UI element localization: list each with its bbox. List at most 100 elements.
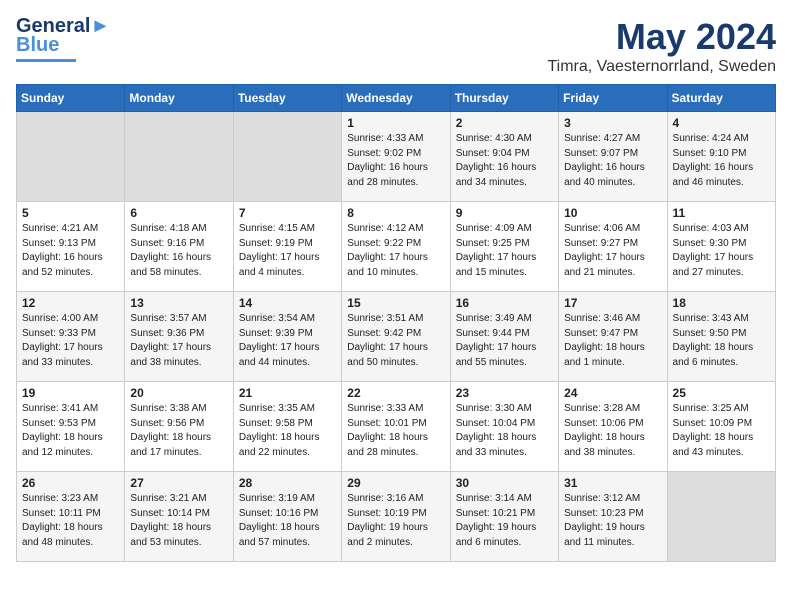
- day-number: 16: [456, 296, 553, 310]
- logo: General► Blue: [16, 16, 110, 62]
- calendar-cell: 21Sunrise: 3:35 AM Sunset: 9:58 PM Dayli…: [233, 382, 341, 472]
- col-header-monday: Monday: [125, 85, 233, 112]
- day-number: 24: [564, 386, 661, 400]
- day-number: 10: [564, 206, 661, 220]
- calendar-cell: 23 Sunrise: 3:30 AM Sunset: 10:04 PM Dayl…: [450, 382, 558, 472]
- day-number: 15: [347, 296, 444, 310]
- calendar-cell: 2 Sunrise: 4:30 AM Sunset: 9:04 PM Daylig…: [450, 112, 558, 202]
- day-info: Sunrise: 3:25 AM Sunset: 10:09 PM Daylig…: [673, 402, 770, 460]
- day-number: 18: [673, 296, 770, 310]
- calendar-header-row: SundayMondayTuesdayWednesdayThursdayFrid…: [17, 85, 776, 112]
- day-info: Sunrise: 3:38 AM Sunset: 9:56 PM Dayligh…: [130, 402, 227, 460]
- day-info: Sunrise: 3:19 AM Sunset: 10:16 PM Daylig…: [239, 492, 336, 550]
- day-number: 8: [347, 206, 444, 220]
- location-title: Timra, Vaesternorrland, Sweden: [547, 58, 776, 76]
- page-header: General► Blue May 2024 Timra, Vaesternor…: [16, 16, 776, 76]
- day-info: Sunrise: 4:03 AM Sunset: 9:30 PM Dayligh…: [673, 222, 770, 280]
- day-number: 5: [22, 206, 119, 220]
- day-info: Sunrise: 3:46 AM Sunset: 9:47 PM Dayligh…: [564, 312, 661, 370]
- day-info: Sunrise: 4:30 AM Sunset: 9:04 PM Dayligh…: [456, 132, 553, 190]
- calendar-cell: 7Sunrise: 4:15 AM Sunset: 9:19 PM Daylig…: [233, 202, 341, 292]
- calendar-cell: 8 Sunrise: 4:12 AM Sunset: 9:22 PM Daylig…: [342, 202, 450, 292]
- day-info: Sunrise: 4:06 AM Sunset: 9:27 PM Dayligh…: [564, 222, 661, 280]
- day-info: Sunrise: 4:12 AM Sunset: 9:22 PM Dayligh…: [347, 222, 444, 280]
- title-block: May 2024 Timra, Vaesternorrland, Sweden: [547, 16, 776, 76]
- day-info: Sunrise: 4:00 AM Sunset: 9:33 PM Dayligh…: [22, 312, 119, 370]
- calendar-cell: 26Sunrise: 3:23 AM Sunset: 10:11 PM Dayl…: [17, 472, 125, 562]
- calendar-cell: 15 Sunrise: 3:51 AM Sunset: 9:42 PM Dayli…: [342, 292, 450, 382]
- calendar-cell: 27 Sunrise: 3:21 AM Sunset: 10:14 PM Dayl…: [125, 472, 233, 562]
- calendar-cell: 18 Sunrise: 3:43 AM Sunset: 9:50 PM Dayli…: [667, 292, 775, 382]
- calendar-cell: 4 Sunrise: 4:24 AM Sunset: 9:10 PM Daylig…: [667, 112, 775, 202]
- calendar-cell: 13Sunrise: 3:57 AM Sunset: 9:36 PM Dayli…: [125, 292, 233, 382]
- day-number: 22: [347, 386, 444, 400]
- day-info: Sunrise: 3:51 AM Sunset: 9:42 PM Dayligh…: [347, 312, 444, 370]
- calendar-cell: 30Sunrise: 3:14 AM Sunset: 10:21 PM Dayl…: [450, 472, 558, 562]
- calendar-cell: [17, 112, 125, 202]
- day-number: 21: [239, 386, 336, 400]
- calendar-cell: 24 Sunrise: 3:28 AM Sunset: 10:06 PM Dayl…: [559, 382, 667, 472]
- day-number: 29: [347, 476, 444, 490]
- col-header-wednesday: Wednesday: [342, 85, 450, 112]
- calendar-cell: [125, 112, 233, 202]
- col-header-thursday: Thursday: [450, 85, 558, 112]
- calendar-cell: 10 Sunrise: 4:06 AM Sunset: 9:27 PM Dayli…: [559, 202, 667, 292]
- day-info: Sunrise: 3:28 AM Sunset: 10:06 PM Daylig…: [564, 402, 661, 460]
- col-header-tuesday: Tuesday: [233, 85, 341, 112]
- logo-text: General►: [16, 16, 110, 36]
- calendar-cell: 9Sunrise: 4:09 AM Sunset: 9:25 PM Daylig…: [450, 202, 558, 292]
- col-header-saturday: Saturday: [667, 85, 775, 112]
- col-header-sunday: Sunday: [17, 85, 125, 112]
- calendar-cell: [667, 472, 775, 562]
- week-row-4: 19 Sunrise: 3:41 AM Sunset: 9:53 PM Dayli…: [17, 382, 776, 472]
- day-number: 28: [239, 476, 336, 490]
- calendar-cell: 3 Sunrise: 4:27 AM Sunset: 9:07 PM Daylig…: [559, 112, 667, 202]
- day-info: Sunrise: 3:16 AM Sunset: 10:19 PM Daylig…: [347, 492, 444, 550]
- day-info: Sunrise: 3:30 AM Sunset: 10:04 PM Daylig…: [456, 402, 553, 460]
- day-number: 23: [456, 386, 553, 400]
- day-info: Sunrise: 3:33 AM Sunset: 10:01 PM Daylig…: [347, 402, 444, 460]
- day-number: 20: [130, 386, 227, 400]
- day-number: 6: [130, 206, 227, 220]
- calendar-table: SundayMondayTuesdayWednesdayThursdayFrid…: [16, 84, 776, 562]
- week-row-3: 12Sunrise: 4:00 AM Sunset: 9:33 PM Dayli…: [17, 292, 776, 382]
- calendar-cell: 6 Sunrise: 4:18 AM Sunset: 9:16 PM Daylig…: [125, 202, 233, 292]
- day-info: Sunrise: 3:12 AM Sunset: 10:23 PM Daylig…: [564, 492, 661, 550]
- day-info: Sunrise: 4:27 AM Sunset: 9:07 PM Dayligh…: [564, 132, 661, 190]
- day-number: 2: [456, 116, 553, 130]
- day-number: 31: [564, 476, 661, 490]
- day-number: 17: [564, 296, 661, 310]
- day-number: 1: [347, 116, 444, 130]
- day-info: Sunrise: 4:15 AM Sunset: 9:19 PM Dayligh…: [239, 222, 336, 280]
- week-row-2: 5 Sunrise: 4:21 AM Sunset: 9:13 PM Daylig…: [17, 202, 776, 292]
- day-number: 25: [673, 386, 770, 400]
- calendar-cell: 19 Sunrise: 3:41 AM Sunset: 9:53 PM Dayli…: [17, 382, 125, 472]
- calendar-cell: 12Sunrise: 4:00 AM Sunset: 9:33 PM Dayli…: [17, 292, 125, 382]
- day-info: Sunrise: 3:41 AM Sunset: 9:53 PM Dayligh…: [22, 402, 119, 460]
- calendar-cell: [233, 112, 341, 202]
- day-info: Sunrise: 3:21 AM Sunset: 10:14 PM Daylig…: [130, 492, 227, 550]
- calendar-cell: 25 Sunrise: 3:25 AM Sunset: 10:09 PM Dayl…: [667, 382, 775, 472]
- day-info: Sunrise: 4:18 AM Sunset: 9:16 PM Dayligh…: [130, 222, 227, 280]
- calendar-cell: 1 Sunrise: 4:33 AM Sunset: 9:02 PM Daylig…: [342, 112, 450, 202]
- day-number: 4: [673, 116, 770, 130]
- day-number: 14: [239, 296, 336, 310]
- logo-underline: [16, 59, 76, 62]
- month-title: May 2024: [547, 16, 776, 58]
- week-row-5: 26Sunrise: 3:23 AM Sunset: 10:11 PM Dayl…: [17, 472, 776, 562]
- day-info: Sunrise: 4:33 AM Sunset: 9:02 PM Dayligh…: [347, 132, 444, 190]
- day-number: 27: [130, 476, 227, 490]
- day-info: Sunrise: 4:24 AM Sunset: 9:10 PM Dayligh…: [673, 132, 770, 190]
- day-info: Sunrise: 3:49 AM Sunset: 9:44 PM Dayligh…: [456, 312, 553, 370]
- col-header-friday: Friday: [559, 85, 667, 112]
- day-number: 11: [673, 206, 770, 220]
- day-number: 3: [564, 116, 661, 130]
- day-number: 19: [22, 386, 119, 400]
- day-info: Sunrise: 3:43 AM Sunset: 9:50 PM Dayligh…: [673, 312, 770, 370]
- day-info: Sunrise: 3:14 AM Sunset: 10:21 PM Daylig…: [456, 492, 553, 550]
- day-info: Sunrise: 4:21 AM Sunset: 9:13 PM Dayligh…: [22, 222, 119, 280]
- week-row-1: 1 Sunrise: 4:33 AM Sunset: 9:02 PM Daylig…: [17, 112, 776, 202]
- calendar-cell: 29 Sunrise: 3:16 AM Sunset: 10:19 PM Dayl…: [342, 472, 450, 562]
- calendar-cell: 16 Sunrise: 3:49 AM Sunset: 9:44 PM Dayli…: [450, 292, 558, 382]
- calendar-cell: 11 Sunrise: 4:03 AM Sunset: 9:30 PM Dayli…: [667, 202, 775, 292]
